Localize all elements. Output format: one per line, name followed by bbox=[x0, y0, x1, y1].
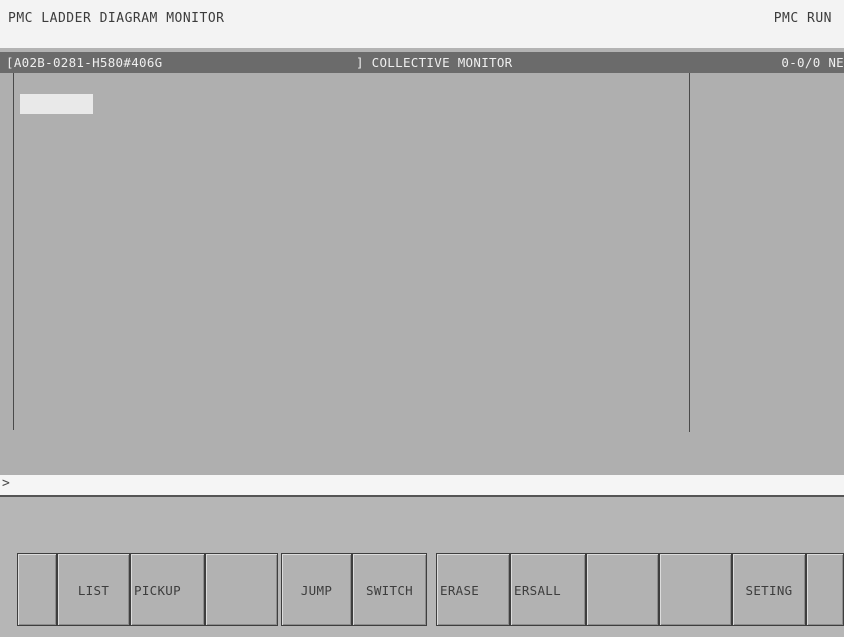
ladder-monitor-area[interactable] bbox=[0, 73, 844, 475]
softkey-right-arrow[interactable] bbox=[806, 553, 844, 626]
softkey-ersall[interactable]: ERSALL bbox=[510, 553, 586, 626]
input-prompt: > bbox=[2, 476, 10, 491]
monitor-header: [A02B-0281-H580#406G ] COLLECTIVE MONITO… bbox=[0, 52, 844, 73]
monitor-mode: ] COLLECTIVE MONITOR bbox=[356, 55, 513, 70]
softkey-blank-1[interactable] bbox=[205, 553, 278, 626]
softkey-left-arrow[interactable] bbox=[17, 553, 57, 626]
softkey-blank-3[interactable] bbox=[659, 553, 732, 626]
pmc-status: PMC RUN bbox=[773, 11, 832, 26]
softkey-pickup[interactable]: PICKUP bbox=[130, 553, 205, 626]
ladder-cursor[interactable] bbox=[20, 94, 93, 114]
left-power-rail bbox=[13, 73, 14, 430]
softkey-erase[interactable]: ERASE bbox=[436, 553, 510, 626]
title-bar: PMC LADDER DIAGRAM MONITOR PMC RUN bbox=[0, 0, 844, 48]
key-input-line[interactable]: > bbox=[0, 475, 844, 497]
right-power-rail bbox=[689, 73, 690, 432]
softkey-switch[interactable]: SWITCH bbox=[352, 553, 427, 626]
softkey-jump[interactable]: JUMP bbox=[281, 553, 352, 626]
softkey-blank-2[interactable] bbox=[586, 553, 659, 626]
softkey-list[interactable]: LIST bbox=[57, 553, 130, 626]
program-id: [A02B-0281-H580#406G bbox=[6, 55, 163, 70]
net-position: 0-0/0 NE bbox=[781, 55, 844, 70]
screen-title: PMC LADDER DIAGRAM MONITOR bbox=[8, 11, 225, 26]
softkey-seting[interactable]: SETING bbox=[732, 553, 806, 626]
